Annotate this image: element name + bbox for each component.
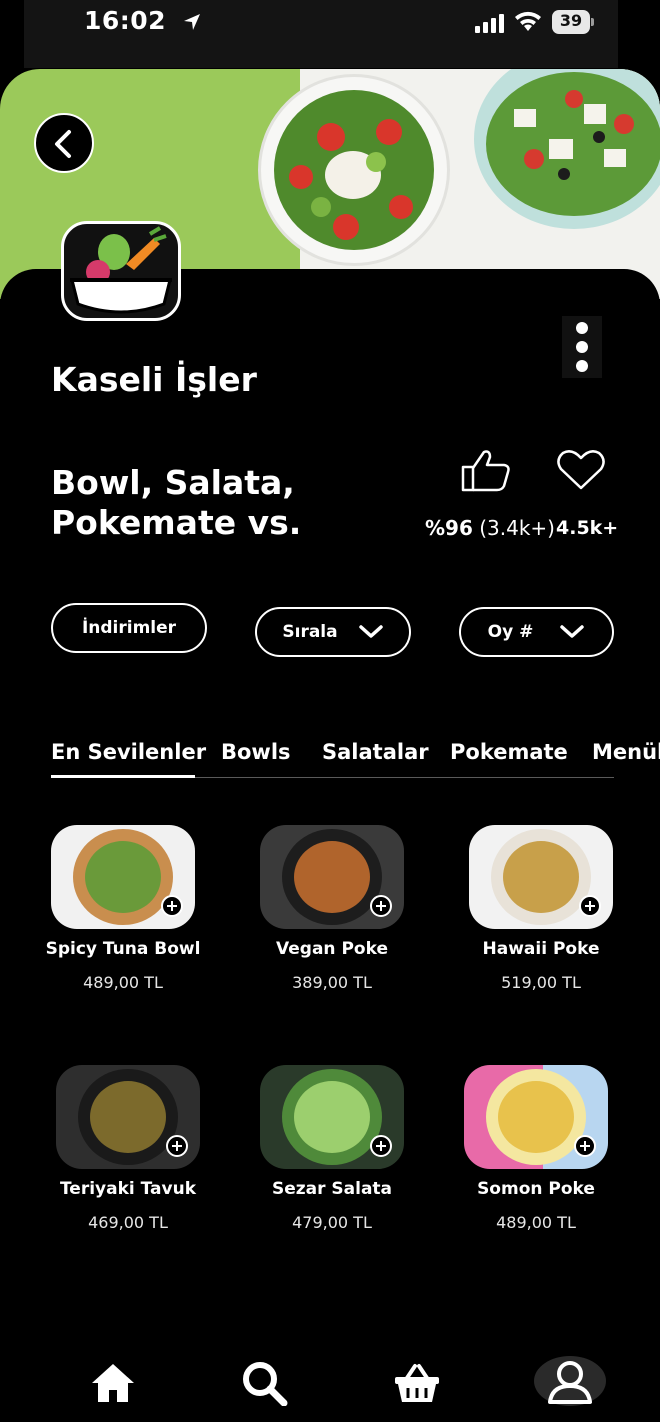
- add-to-cart-icon[interactable]: [161, 895, 183, 917]
- status-time: 16:02: [84, 6, 167, 35]
- location-arrow-icon: [184, 14, 200, 30]
- heart-icon[interactable]: [556, 449, 606, 491]
- discounts-filter-button[interactable]: İndirimler: [51, 603, 207, 653]
- product-image: [260, 825, 404, 929]
- thumbs-up-icon[interactable]: [460, 448, 512, 492]
- product-image: [469, 825, 613, 929]
- vote-dropdown[interactable]: Oy #: [459, 607, 614, 657]
- sort-label: Sırala: [282, 622, 338, 642]
- product-name: Vegan Poke: [276, 939, 388, 959]
- tab-en-sevilenler[interactable]: En Sevilenler: [51, 740, 206, 764]
- profile-nav-button[interactable]: [534, 1356, 606, 1406]
- category-tabs: En Sevilenler Bowls Salatalar Pokemate M…: [51, 740, 660, 780]
- product-card[interactable]: Somon Poke 489,00 TL: [456, 1065, 616, 1232]
- store-description: Bowl, Salata, Pokemate vs.: [51, 463, 302, 542]
- add-to-cart-icon[interactable]: [166, 1135, 188, 1157]
- tab-bowls[interactable]: Bowls: [221, 740, 291, 764]
- chevron-left-icon: [55, 130, 71, 158]
- basket-icon[interactable]: [393, 1362, 441, 1404]
- favorites-count: 4.5k+: [556, 517, 619, 539]
- sort-dropdown[interactable]: Sırala: [255, 607, 411, 657]
- rating-percent: %96: [425, 516, 473, 540]
- product-name: Sezar Salata: [271, 1179, 393, 1199]
- add-to-cart-icon[interactable]: [574, 1135, 596, 1157]
- product-price: 469,00 TL: [88, 1213, 168, 1232]
- rating-count: (3.4k+): [479, 516, 555, 540]
- product-card[interactable]: Spicy Tuna Bowl 489,00 TL: [43, 825, 203, 992]
- back-button[interactable]: [34, 113, 94, 173]
- add-to-cart-icon[interactable]: [370, 895, 392, 917]
- product-price: 519,00 TL: [501, 973, 581, 992]
- chevron-down-icon: [358, 625, 383, 638]
- greek-salad-bowl-image: [474, 69, 660, 229]
- tab-salatalar[interactable]: Salatalar: [322, 740, 429, 764]
- battery-icon: 39: [552, 10, 594, 34]
- product-price: 389,00 TL: [292, 973, 372, 992]
- salad-plate-image: [258, 74, 450, 266]
- product-card[interactable]: Vegan Poke 389,00 TL: [252, 825, 412, 992]
- product-price: 489,00 TL: [83, 973, 163, 992]
- status-bar: 16:02 39: [24, 0, 618, 68]
- profile-icon: [548, 1361, 592, 1404]
- store-name: Kaseli İşler: [51, 360, 257, 399]
- product-card[interactable]: Hawaii Poke 519,00 TL: [461, 825, 621, 992]
- product-name: Spicy Tuna Bowl: [45, 939, 201, 959]
- product-name: Somon Poke: [477, 1179, 595, 1199]
- add-to-cart-icon[interactable]: [579, 895, 601, 917]
- tab-pokemate[interactable]: Pokemate: [450, 740, 568, 764]
- active-tab-indicator: [51, 775, 195, 778]
- rating: %96 (3.4k+): [425, 516, 555, 540]
- search-icon[interactable]: [240, 1360, 290, 1406]
- home-icon[interactable]: [90, 1362, 136, 1404]
- cellular-signal-icon: [475, 14, 504, 33]
- discounts-label: İndirimler: [81, 618, 177, 638]
- product-image: [464, 1065, 608, 1169]
- product-image: [56, 1065, 200, 1169]
- product-name: Hawaii Poke: [482, 939, 600, 959]
- more-options-button[interactable]: [562, 316, 602, 378]
- product-card[interactable]: Sezar Salata 479,00 TL: [252, 1065, 412, 1232]
- product-name: Teriyaki Tavuk: [59, 1179, 197, 1199]
- vote-label: Oy #: [487, 622, 534, 642]
- product-card[interactable]: Teriyaki Tavuk 469,00 TL: [48, 1065, 208, 1232]
- product-price: 489,00 TL: [496, 1213, 576, 1232]
- store-logo: [61, 221, 181, 321]
- tab-menuler[interactable]: Menüler: [592, 740, 660, 764]
- wifi-icon: [515, 11, 541, 31]
- product-price: 479,00 TL: [292, 1213, 372, 1232]
- add-to-cart-icon[interactable]: [370, 1135, 392, 1157]
- battery-level: 39: [559, 11, 583, 30]
- product-image: [51, 825, 195, 929]
- product-image: [260, 1065, 404, 1169]
- chevron-down-icon: [560, 625, 585, 638]
